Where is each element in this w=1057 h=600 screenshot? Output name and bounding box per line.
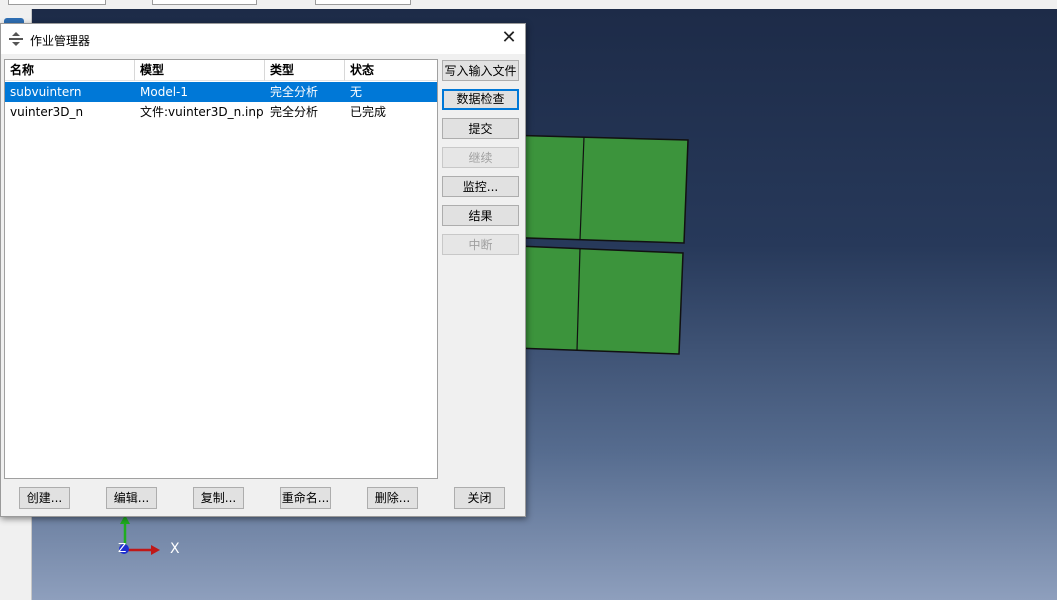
axis-z-label: Z — [118, 541, 127, 555]
delete-button[interactable]: 删除... — [367, 487, 418, 509]
cell-model: Model-1 — [140, 85, 188, 99]
job-manager-icon — [9, 32, 23, 46]
cell-name: subvuintern — [10, 85, 82, 99]
copy-button[interactable]: 复制... — [193, 487, 244, 509]
cell-type: 完全分析 — [270, 85, 319, 99]
close-button[interactable]: 关闭 — [454, 487, 505, 509]
column-header-name[interactable]: 名称 — [5, 60, 135, 81]
submit-button[interactable]: 提交 — [442, 118, 519, 139]
toolbar-combo-2[interactable] — [152, 0, 257, 5]
column-header-model[interactable]: 模型 — [135, 60, 265, 81]
job-list[interactable]: 名称 模型 类型 状态 subvuintern Model-1 完全分析 无 v… — [4, 59, 438, 479]
toolbar-combo-1[interactable] — [8, 0, 106, 5]
write-input-button[interactable]: 写入输入文件 — [442, 60, 519, 81]
column-header-type[interactable]: 类型 — [265, 60, 345, 81]
dialog-titlebar[interactable]: 作业管理器 ✕ — [1, 24, 525, 54]
cell-name: vuinter3D_n — [10, 105, 84, 119]
job-manager-dialog: 作业管理器 ✕ 名称 模型 类型 状态 subvuintern Model-1 … — [0, 23, 526, 517]
column-header-status[interactable]: 状态 — [345, 60, 437, 81]
kill-button[interactable]: 中断 — [442, 234, 519, 255]
dialog-title: 作业管理器 — [30, 34, 91, 48]
cell-type: 完全分析 — [270, 105, 319, 119]
cell-status: 无 — [350, 85, 363, 99]
data-check-button[interactable]: 数据检查 — [442, 89, 519, 110]
cell-status: 已完成 — [350, 105, 387, 119]
results-button[interactable]: 结果 — [442, 205, 519, 226]
toolbar-combo-3[interactable] — [315, 0, 411, 5]
table-row[interactable]: subvuintern Model-1 完全分析 无 — [5, 82, 437, 102]
edit-button[interactable]: 编辑... — [106, 487, 157, 509]
table-row[interactable]: vuinter3D_n 文件:vuinter3D_n.inp 完全分析 已完成 — [5, 102, 437, 122]
close-icon[interactable]: ✕ — [497, 27, 521, 51]
cell-model: 文件:vuinter3D_n.inp — [140, 105, 264, 119]
continue-button[interactable]: 继续 — [442, 147, 519, 168]
monitor-button[interactable]: 监控... — [442, 176, 519, 197]
axis-x-label: X — [170, 541, 180, 557]
rename-button[interactable]: 重命名... — [280, 487, 331, 509]
create-button[interactable]: 创建... — [19, 487, 70, 509]
